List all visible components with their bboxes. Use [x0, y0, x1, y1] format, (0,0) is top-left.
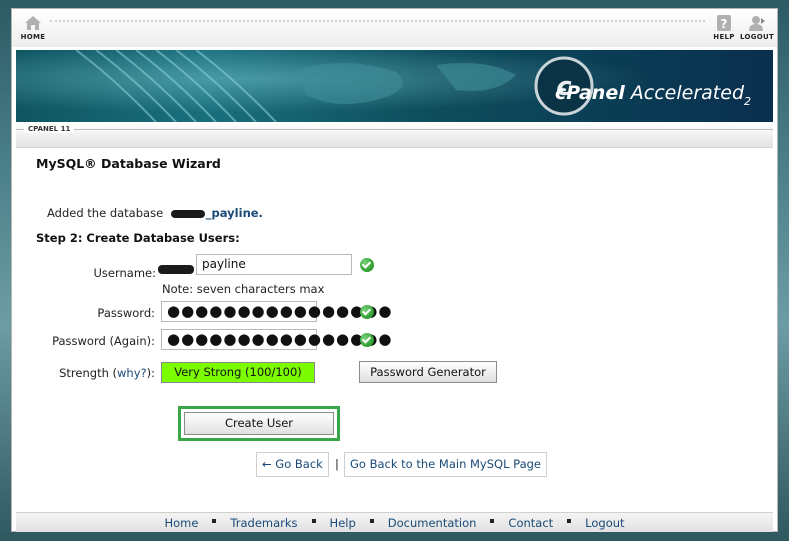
footer-home-link[interactable]: Home: [164, 516, 198, 530]
create-user-button[interactable]: Create User: [184, 412, 334, 435]
help-nav-button[interactable]: ? HELP: [707, 15, 741, 41]
cpanel-version-label: CPANEL 11: [24, 125, 75, 133]
home-nav-button[interactable]: HOME: [16, 15, 50, 41]
create-user-highlight: Create User: [178, 406, 340, 441]
footer-bar: Home Trademarks Help Documentation Contact Lo…: [16, 512, 773, 532]
svg-text:?: ?: [720, 17, 727, 31]
logout-nav-button[interactable]: LOGOUT: [740, 15, 774, 41]
footer-separator: [212, 518, 217, 523]
password-generator-button[interactable]: Password Generator: [359, 361, 497, 383]
strength-label-suffix: ):: [146, 366, 155, 380]
strength-label: Strength (why?):: [52, 366, 155, 380]
cpanel-window: HOME ? HELP LOGOUT c cPanel Accelerated2…: [11, 8, 778, 532]
brand-prefix: cPanel: [555, 82, 625, 104]
go-back-main-mysql-link[interactable]: Go Back to the Main MySQL Page: [344, 452, 547, 477]
password-label: Password:: [97, 306, 155, 320]
redacted-username-prefix: [158, 265, 194, 274]
brand-version: 2: [744, 95, 751, 108]
password-again-input[interactable]: ●●●●●●●●●●●●●●●●: [161, 329, 391, 350]
logout-nav-label: LOGOUT: [740, 33, 775, 41]
password-again-label: Password (Again):: [52, 334, 155, 348]
username-valid-icon: [360, 258, 374, 272]
footer-documentation-link[interactable]: Documentation: [388, 516, 477, 530]
footer-links: Home Trademarks Help Documentation Contact Lo…: [16, 516, 773, 530]
logout-icon: [749, 16, 765, 31]
cpanel-banner: c cPanel Accelerated2: [16, 50, 773, 122]
username-label: Username:: [93, 266, 157, 280]
help-icon: ?: [717, 15, 731, 31]
footer-separator: [311, 518, 316, 523]
home-nav-label: HOME: [20, 33, 46, 41]
go-back-link[interactable]: ← Go Back: [256, 452, 329, 477]
footer-separator: [490, 518, 495, 523]
footer-separator: [567, 518, 572, 523]
footer-help-link[interactable]: Help: [330, 516, 356, 530]
username-input[interactable]: payline: [196, 254, 352, 275]
footer-contact-link[interactable]: Contact: [508, 516, 553, 530]
strength-label-prefix: Strength (: [59, 366, 118, 380]
top-navigation: HOME ? HELP LOGOUT: [12, 9, 777, 47]
brand-logo: cPanel Accelerated2: [555, 82, 751, 108]
page-title: MySQL® Database Wizard: [36, 156, 221, 171]
password-input[interactable]: ●●●●●●●●●●●●●●●●: [161, 301, 391, 322]
password-strength-meter: Very Strong (100/100): [161, 362, 315, 383]
footer-logout-link[interactable]: Logout: [585, 516, 624, 530]
username-note: Note: seven characters max: [162, 282, 325, 296]
footer-trademarks-link[interactable]: Trademarks: [230, 516, 297, 530]
added-prefix: Added the database: [47, 206, 164, 220]
redacted-prefix: [170, 209, 205, 218]
links-separator: |: [335, 457, 339, 471]
tabbar-line: [16, 129, 773, 130]
step-heading: Step 2: Create Database Users:: [36, 231, 240, 245]
database-name: _payline.: [205, 206, 263, 220]
nav-divider: [50, 20, 705, 22]
database-added-message: Added the database _payline.: [47, 206, 263, 220]
strength-why-link[interactable]: why?: [117, 366, 147, 380]
password-valid-icon: [360, 305, 374, 319]
password-again-valid-icon: [360, 333, 374, 347]
brand-name: Accelerated: [630, 82, 744, 104]
cpanel-tabbar: CPANEL 11: [16, 123, 773, 148]
help-nav-label: HELP: [713, 33, 735, 41]
home-icon: [25, 16, 41, 30]
footer-separator: [369, 518, 374, 523]
